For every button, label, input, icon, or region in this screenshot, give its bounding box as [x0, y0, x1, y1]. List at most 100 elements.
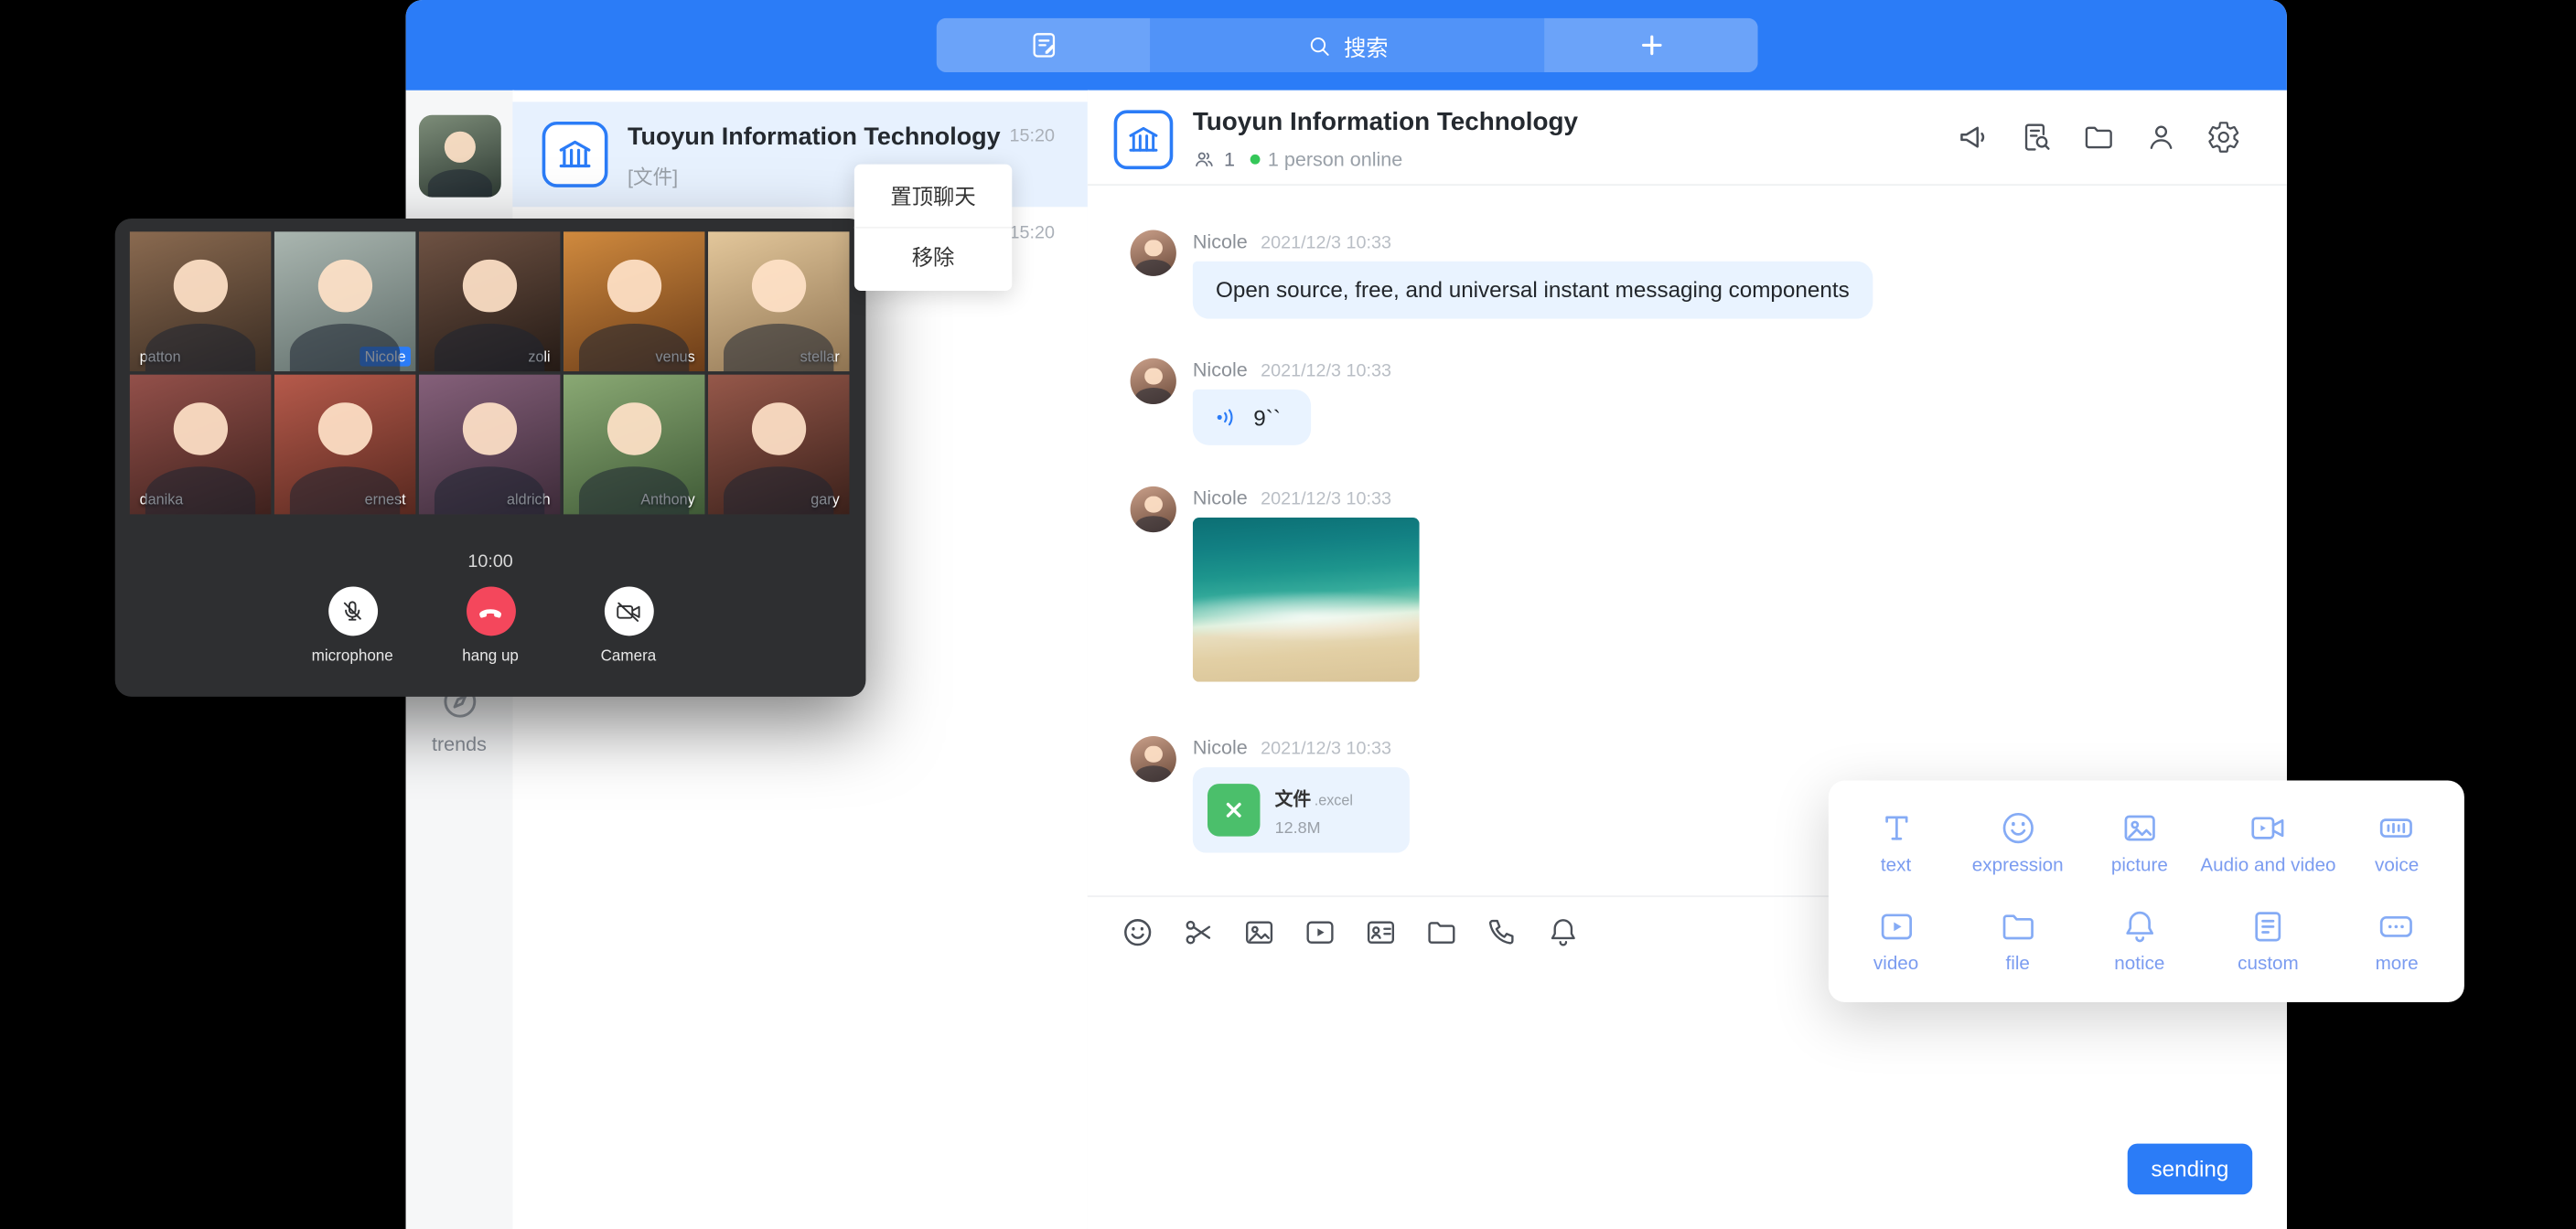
chat-panel: Tuoyun Information Technology 1 1 person… — [1088, 91, 2287, 1229]
hangup-control: hang up — [438, 586, 543, 665]
video-call-panel: patton Nicole zoli venus stellar danika … — [115, 219, 866, 697]
file-size: 12.8M — [1275, 819, 1353, 838]
members-icon[interactable] — [2144, 120, 2179, 155]
participant-tile: venus — [564, 231, 704, 371]
text-message-bubble[interactable]: Open source, free, and universal instant… — [1193, 262, 1873, 319]
message: Nicole 2021/12/3 10:33 文件.excel — [1131, 736, 1410, 853]
sender-name: Nicole — [1193, 358, 1248, 381]
search-input[interactable]: 搜索 — [1150, 18, 1544, 72]
building-icon — [555, 134, 595, 174]
send-button[interactable]: sending — [2128, 1144, 2252, 1195]
trends-label: trends — [406, 732, 513, 755]
menu-item-remove[interactable]: 移除 — [854, 227, 1012, 287]
microphone-button[interactable] — [327, 586, 377, 636]
chat-org-badge — [1114, 110, 1174, 169]
popup-item-label: more — [2376, 954, 2419, 974]
sender-avatar[interactable] — [1131, 230, 1176, 276]
camera-control: Camera — [575, 586, 681, 665]
participant-name: danika — [134, 489, 188, 509]
popup-item-text[interactable]: text — [1835, 794, 1957, 892]
popup-item-more[interactable]: more — [2336, 892, 2458, 989]
voice-duration: 9`` — [1253, 405, 1281, 430]
picture-icon[interactable] — [1242, 915, 1277, 950]
announcement-icon[interactable] — [1957, 120, 1991, 155]
video-icon — [1873, 906, 1917, 946]
popup-item-video[interactable]: video — [1835, 892, 1957, 989]
add-button[interactable] — [1544, 18, 1757, 72]
sender-name: Nicole — [1193, 736, 1248, 759]
file-icon — [1995, 906, 2039, 946]
chat-header-actions — [1957, 120, 2241, 155]
voice-message-bubble[interactable]: 9`` — [1193, 390, 1310, 445]
hangup-button[interactable] — [466, 586, 515, 636]
popup-item-expression[interactable]: expression — [1957, 794, 2078, 892]
participant-tile: patton — [130, 231, 271, 371]
popup-item-label: Audio and video — [2200, 857, 2335, 877]
message-meta: Nicole 2021/12/3 10:33 — [1193, 358, 1391, 381]
popup-item-notice[interactable]: notice — [2078, 892, 2200, 989]
sender-avatar[interactable] — [1131, 358, 1176, 404]
chat-subtitle: 1 1 person online — [1193, 148, 1402, 171]
popup-item-voice[interactable]: voice — [2336, 794, 2458, 892]
hangup-icon — [477, 597, 505, 625]
member-count: 1 — [1224, 148, 1235, 171]
participant-name: gary — [806, 489, 844, 509]
image-message[interactable] — [1193, 518, 1420, 682]
chat-header: Tuoyun Information Technology 1 1 person… — [1088, 91, 2287, 186]
menu-item-pin-chat[interactable]: 置顶聊天 — [854, 167, 1012, 227]
history-search-icon[interactable] — [2019, 120, 2054, 155]
camera-button[interactable] — [604, 586, 653, 636]
conversation-time: 15:20 — [1010, 126, 1055, 146]
conversation-context-menu: 置顶聊天 移除 — [854, 165, 1012, 291]
sender-avatar[interactable] — [1131, 486, 1176, 532]
message-meta: Nicole 2021/12/3 10:33 — [1193, 230, 1873, 253]
search-icon — [1306, 32, 1333, 59]
call-timer: 10:00 — [115, 552, 866, 572]
screen: 搜索 trends Tuoyun Information Technology — [0, 0, 2576, 1229]
camera-label: Camera — [601, 647, 657, 666]
participant-grid: patton Nicole zoli venus stellar danika … — [130, 231, 850, 514]
emoji-icon[interactable] — [1121, 915, 1155, 950]
card-icon[interactable] — [1364, 915, 1399, 950]
file-ext: .excel — [1315, 791, 1353, 807]
settings-icon[interactable] — [2206, 120, 2241, 155]
voice-wave-icon — [1212, 402, 1241, 432]
notice-icon[interactable] — [1546, 915, 1581, 950]
participant-tile: ernest — [274, 375, 415, 515]
participant-tile: gary — [708, 375, 849, 515]
file-message-card[interactable]: 文件.excel 12.8M — [1193, 767, 1410, 852]
message-time: 2021/12/3 10:33 — [1261, 489, 1391, 509]
message: Nicole 2021/12/3 10:33 Open source, free… — [1131, 230, 1873, 319]
popup-item-audio-video[interactable]: Audio and video — [2200, 794, 2335, 892]
sender-name: Nicole — [1193, 486, 1248, 509]
participant-name: Anthony — [636, 489, 700, 509]
sender-avatar[interactable] — [1131, 736, 1176, 782]
participant-name: Nicole — [360, 347, 411, 367]
popup-item-picture[interactable]: picture — [2078, 794, 2200, 892]
microphone-label: microphone — [312, 647, 393, 666]
popup-item-label: voice — [2375, 857, 2419, 877]
participant-tile: Anthony — [564, 375, 704, 515]
participant-name: aldrich — [502, 489, 555, 509]
user-avatar[interactable] — [419, 115, 501, 198]
popup-item-label: expression — [1972, 857, 2064, 877]
call-icon[interactable] — [1486, 915, 1520, 950]
popup-item-label: custom — [2238, 954, 2299, 974]
participant-tile: Nicole — [274, 231, 415, 371]
custom-icon — [2246, 906, 2290, 946]
folder-icon[interactable] — [2081, 120, 2116, 155]
message-type-popup: text expression picture Audio and video … — [1829, 780, 2464, 1002]
screenshot-icon[interactable] — [1181, 915, 1216, 950]
popup-item-custom[interactable]: custom — [2200, 892, 2335, 989]
building-icon — [1125, 122, 1162, 158]
compose-icon — [1027, 29, 1058, 60]
file-icon[interactable] — [1424, 915, 1459, 950]
popup-item-file[interactable]: file — [1957, 892, 2078, 989]
video-icon[interactable] — [1303, 915, 1337, 950]
composer-toolbar — [1121, 915, 1581, 950]
participant-name: patton — [134, 347, 186, 367]
voice-icon — [2375, 808, 2419, 848]
compose-button[interactable] — [937, 18, 1150, 72]
message-time: 2021/12/3 10:33 — [1261, 740, 1391, 760]
microphone-control: microphone — [300, 586, 405, 665]
